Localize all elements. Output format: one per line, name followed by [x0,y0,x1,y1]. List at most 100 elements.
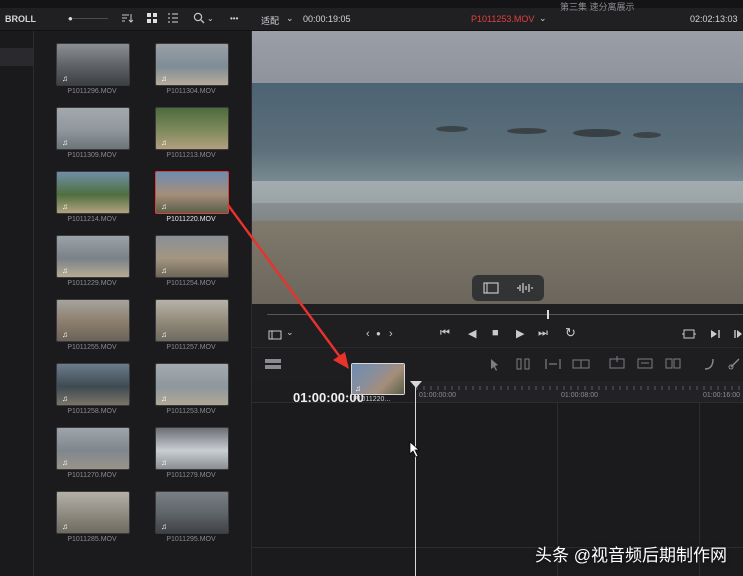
grid-icon[interactable] [147,13,157,23]
overwrite-clip-icon[interactable] [636,356,654,372]
snapping-icon[interactable] [702,357,716,371]
next-edit-icon[interactable] [710,329,722,339]
music-note-icon: ♫ [161,266,167,275]
scrub-track [267,314,743,315]
clip-thumbnail[interactable]: ♫ [155,299,229,342]
music-note-icon: ♫ [161,138,167,147]
music-note-icon: ♫ [62,458,68,467]
clip-thumbnail[interactable]: ♫ [56,363,130,406]
clip-thumbnail[interactable]: ♫ [155,107,229,150]
clip-name: P1011295.MOV [166,536,216,543]
clip-name: P1011279.MOV [166,472,216,479]
fit-zoom-dropdown[interactable]: 适配 [261,14,279,27]
viewer-clip-name[interactable]: P1011253.MOV [471,14,534,24]
music-note-icon: ♫ [62,522,68,531]
last-frame-button[interactable]: ⏭ [538,327,548,340]
clip-nav-dot[interactable]: ● [376,329,381,338]
clip-thumbnail[interactable]: ♫ [56,235,130,278]
clip-thumbnail[interactable]: ♫ [155,235,229,278]
clip-name: P1011257.MOV [166,344,216,351]
insert-clip-icon[interactable] [608,356,626,372]
selection-tool-icon[interactable] [490,358,500,371]
play-button[interactable]: ▶ [516,327,524,340]
viewer-mode-icon[interactable] [483,282,499,294]
clip-name: P1011229.MOV [67,280,117,287]
clip-name: P1011213.MOV [166,152,216,159]
clip-thumbnail[interactable]: ♫ [155,43,229,86]
watermark: 头条 @视音频后期制作网 [535,546,727,565]
clip-name: P1011304.MOV [166,88,216,95]
more-options-button[interactable]: ••• [230,14,238,23]
music-note-icon: ♫ [161,394,167,403]
loop-button[interactable]: ↻ [565,325,576,341]
viewer-frame-sky [252,31,743,83]
clip-thumbnail[interactable]: ♫ [56,427,130,470]
clip-name-caret[interactable]: ⌄ [539,13,547,24]
scrub-playhead[interactable] [547,310,549,319]
clip-thumbnail[interactable]: ♫ [56,299,130,342]
music-note-icon: ♫ [62,202,68,211]
match-frame-icon[interactable] [682,329,696,339]
dragged-clip-thumbnail[interactable]: ♫ [351,363,405,395]
fit-caret[interactable]: ⌄ [286,13,294,24]
search-icon[interactable] [193,12,205,24]
linked-selection-icon[interactable] [728,357,743,371]
music-note-icon: ♫ [161,74,167,83]
viewer-layout-caret[interactable]: ⌄ [286,327,294,338]
bin-name[interactable]: BROLL [5,14,36,24]
ruler-label: 01:00:16:00 [703,392,740,399]
music-note-icon: ♫ [161,330,167,339]
first-frame-button[interactable]: ⏮ [440,327,450,340]
clip-thumbnail[interactable]: ♫ [56,491,130,534]
trim-tool-icon[interactable] [514,357,532,371]
replace-clip-icon[interactable] [664,356,682,372]
timeline-playhead-handle[interactable] [410,381,422,388]
clip-thumbnail[interactable]: ♫ [56,171,130,214]
stop-button[interactable]: ■ [492,327,499,339]
dragged-clip-label: P1011220... [353,396,391,403]
timeline-playhead[interactable] [415,382,416,576]
source-timecode: 00:00:19:05 [303,14,351,24]
thumbnail-zoom-slider[interactable] [68,18,108,19]
sort-icon[interactable] [121,13,133,23]
dynamic-trim-icon[interactable] [544,357,562,371]
bin-list-selected-item[interactable] [0,48,33,66]
next-clip-button[interactable]: › [389,328,393,340]
music-note-icon: ♫ [355,384,361,393]
fullscreen-icon[interactable] [734,329,743,339]
clip-name: P1011258.MOV [67,408,117,415]
music-note-icon: ♫ [62,394,68,403]
clip-name: P1011270.MOV [67,472,117,479]
timeline-name[interactable]: 第三集 速分离展示 [560,0,635,13]
clip-thumbnail[interactable]: ♫ [155,171,229,214]
source-viewer[interactable] [252,31,743,304]
clip-thumbnail[interactable]: ♫ [56,43,130,86]
clip-thumbnail[interactable]: ♫ [155,427,229,470]
list-icon[interactable] [168,13,178,23]
ruler-label: 01:00:00:00 [419,392,456,399]
clip-thumbnail[interactable]: ♫ [155,363,229,406]
music-note-icon: ♫ [62,266,68,275]
zoom-slider-handle[interactable]: ● [68,14,73,23]
mouse-cursor-icon [409,441,420,458]
clip-thumbnail[interactable]: ♫ [56,107,130,150]
viewer-layout-icon[interactable] [268,330,282,340]
music-note-icon: ♫ [62,138,68,147]
music-note-icon: ♫ [161,458,167,467]
viewer-frame-surf [252,181,743,226]
audio-waveform-icon[interactable] [516,282,534,294]
clip-name: P1011296.MOV [67,88,117,95]
music-note-icon: ♫ [62,74,68,83]
search-caret[interactable]: ⌄ [207,14,214,23]
ruler-label: 01:00:08:00 [561,392,598,399]
music-note-icon: ♫ [161,522,167,531]
blade-tool-icon[interactable] [572,358,590,370]
previous-clip-button[interactable]: ‹ [366,328,370,340]
clip-name: P1011285.MOV [67,536,117,543]
clip-name: P1011214.MOV [67,216,117,223]
clip-thumbnail[interactable]: ♫ [155,491,229,534]
ruler-ticks [416,386,740,390]
play-reverse-button[interactable]: ◀ [468,327,476,340]
music-note-icon: ♫ [161,202,167,211]
timeline-view-options-icon[interactable] [264,358,282,370]
